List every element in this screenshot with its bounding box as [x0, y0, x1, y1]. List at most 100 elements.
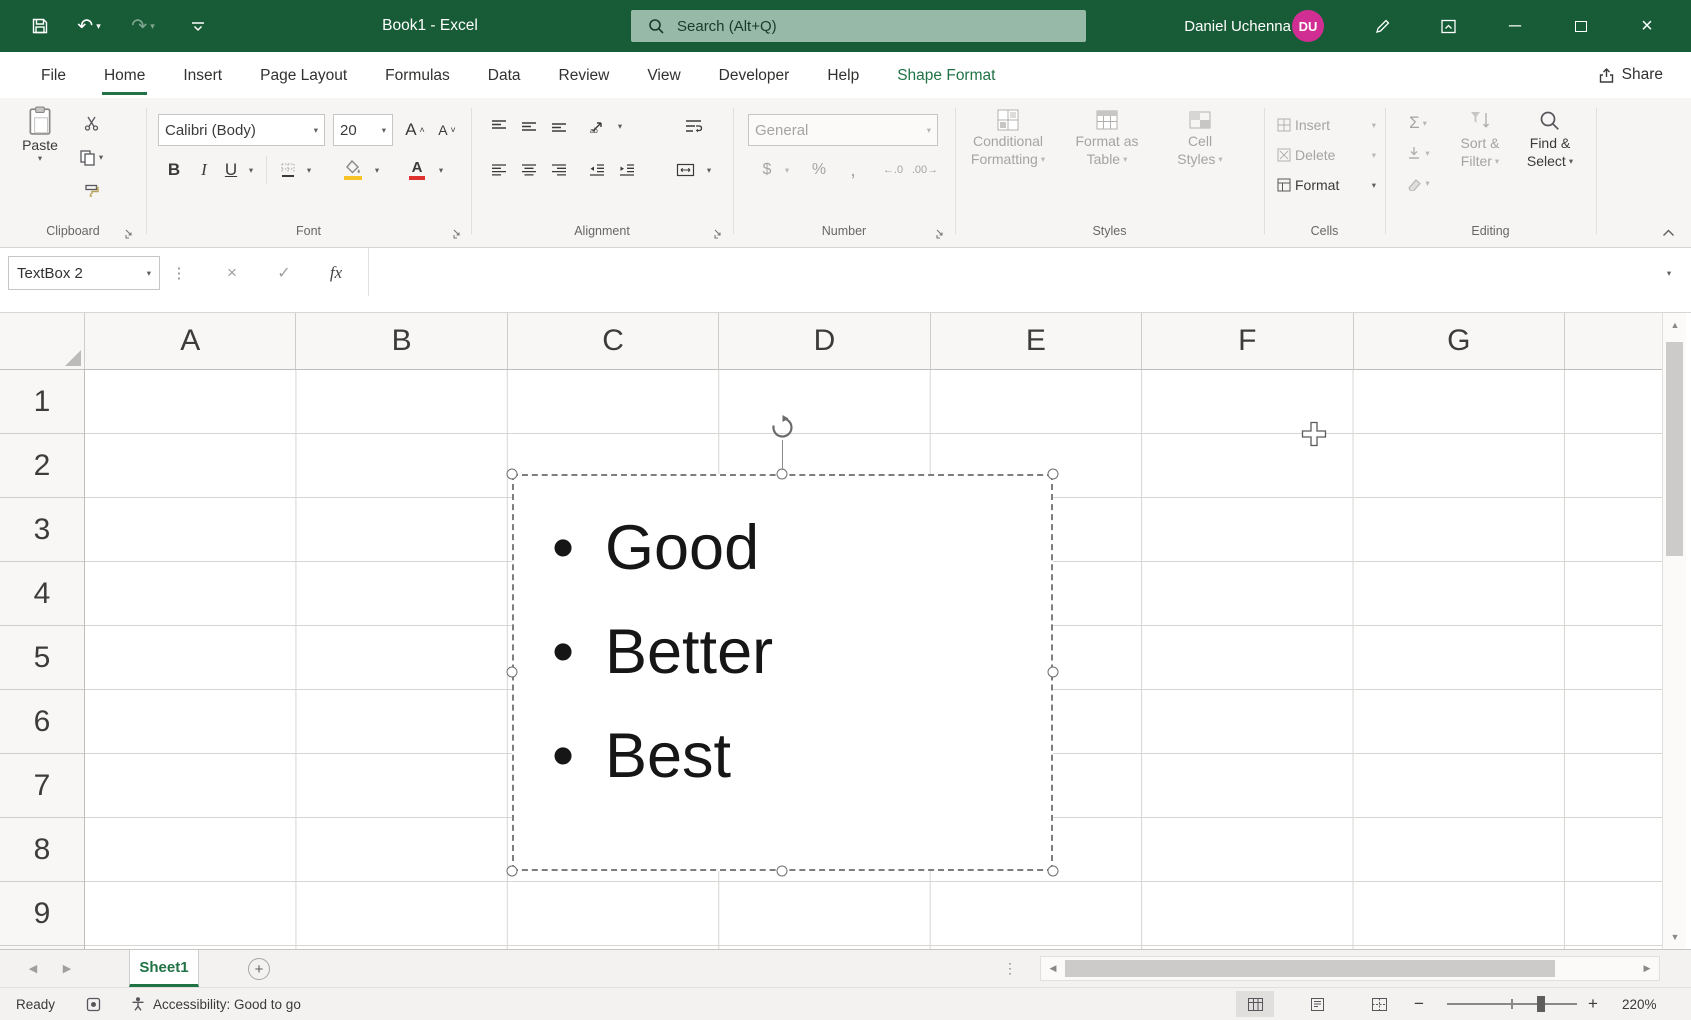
expand-formula-bar-button[interactable]: ▾: [1654, 256, 1684, 290]
shrink-font-button[interactable]: A˅: [432, 114, 462, 146]
paste-button[interactable]: Paste ▾: [14, 106, 66, 163]
tab-page-layout[interactable]: Page Layout: [241, 52, 366, 98]
undo-button[interactable]: ↶ ▾: [66, 0, 112, 52]
page-layout-view-button[interactable]: [1298, 991, 1336, 1017]
share-button[interactable]: Share: [1598, 52, 1663, 98]
zoom-out-button[interactable]: −: [1414, 988, 1424, 1020]
fill-button[interactable]: ▾: [1396, 140, 1440, 166]
italic-button[interactable]: I: [192, 154, 216, 186]
name-box-resize-handle[interactable]: ⋮: [170, 256, 188, 290]
percent-style-button[interactable]: %: [806, 154, 832, 186]
zoom-in-button[interactable]: +: [1588, 988, 1598, 1020]
column-header-b[interactable]: B: [296, 313, 507, 369]
page-break-preview-button[interactable]: [1360, 991, 1398, 1017]
previous-sheet-icon[interactable]: ◀: [22, 950, 44, 987]
comma-style-button[interactable]: ,: [840, 154, 866, 186]
number-dialog-launcher[interactable]: [935, 227, 949, 241]
conditional-formatting-button[interactable]: Conditional Formatting▾: [964, 108, 1052, 168]
row-header-2[interactable]: 2: [0, 434, 84, 498]
resize-handle-top-center[interactable]: [777, 469, 788, 480]
clipboard-dialog-launcher[interactable]: [124, 227, 138, 241]
tab-formulas[interactable]: Formulas: [366, 52, 469, 98]
format-as-table-button[interactable]: Format as Table▾: [1064, 108, 1150, 168]
tab-help[interactable]: Help: [808, 52, 878, 98]
column-header-a[interactable]: A: [85, 313, 296, 369]
decrease-indent-button[interactable]: [583, 154, 611, 186]
column-header-partial[interactable]: [1565, 313, 1662, 369]
cancel-button[interactable]: ×: [214, 256, 250, 290]
grow-font-button[interactable]: A˄: [400, 114, 430, 146]
font-color-menu[interactable]: ▾: [434, 154, 448, 186]
scroll-down-icon[interactable]: ▼: [1663, 925, 1687, 949]
sheet-tab-sheet1[interactable]: Sheet1: [129, 950, 199, 987]
resize-handle-top-right[interactable]: [1048, 469, 1059, 480]
align-center-button[interactable]: [515, 154, 543, 186]
row-header-6[interactable]: 6: [0, 690, 84, 754]
minimize-button[interactable]: ─: [1492, 0, 1538, 52]
autosum-button[interactable]: Σ ▾: [1396, 110, 1440, 136]
align-middle-button[interactable]: [515, 112, 543, 140]
resize-handle-bottom-right[interactable]: [1048, 866, 1059, 877]
row-header-7[interactable]: 7: [0, 754, 84, 818]
tab-developer[interactable]: Developer: [700, 52, 809, 98]
new-sheet-button[interactable]: +: [248, 958, 270, 980]
formula-input[interactable]: [368, 248, 1652, 296]
orientation-menu[interactable]: ▾: [613, 112, 627, 140]
zoom-slider-thumb[interactable]: [1537, 996, 1545, 1012]
row-header-5[interactable]: 5: [0, 626, 84, 690]
align-bottom-button[interactable]: [545, 112, 573, 140]
scroll-right-icon[interactable]: ▶: [1635, 957, 1659, 980]
row-header-1[interactable]: 1: [0, 370, 84, 434]
tab-home[interactable]: Home: [85, 52, 164, 98]
format-painter-button[interactable]: [76, 178, 106, 204]
tab-data[interactable]: Data: [469, 52, 540, 98]
font-dialog-launcher[interactable]: [452, 227, 466, 241]
underline-menu[interactable]: ▾: [244, 154, 258, 186]
find-select-button[interactable]: Find & Select▾: [1518, 108, 1582, 170]
resize-handle-bottom-left[interactable]: [507, 866, 518, 877]
accessibility-status[interactable]: Accessibility: Good to go: [130, 988, 301, 1020]
enter-button[interactable]: ✓: [266, 256, 302, 290]
tab-shape-format[interactable]: Shape Format: [878, 52, 1014, 98]
tab-file[interactable]: File: [22, 52, 85, 98]
cell-styles-button[interactable]: Cell Styles▾: [1162, 108, 1238, 168]
currency-format-menu[interactable]: ▾: [780, 154, 794, 186]
row-header-9[interactable]: 9: [0, 882, 84, 946]
fill-color-button[interactable]: [338, 152, 368, 188]
resize-handle-middle-right[interactable]: [1048, 667, 1059, 678]
maximize-button[interactable]: [1558, 0, 1604, 52]
account-name[interactable]: Daniel Uchenna: [1184, 0, 1291, 52]
horizontal-scrollbar[interactable]: ◀ ▶: [1040, 956, 1660, 981]
vertical-scrollbar[interactable]: ▲ ▼: [1662, 313, 1686, 949]
wrap-text-button[interactable]: [676, 112, 710, 140]
insert-cells-button[interactable]: Insert ▾: [1276, 112, 1376, 138]
row-header-4[interactable]: 4: [0, 562, 84, 626]
redo-button[interactable]: ↷ ▾: [120, 0, 166, 52]
format-cells-button[interactable]: Format ▾: [1276, 172, 1376, 198]
align-left-button[interactable]: [485, 154, 513, 186]
save-button[interactable]: [24, 0, 56, 52]
fill-color-menu[interactable]: ▾: [370, 154, 384, 186]
merge-center-button[interactable]: [668, 154, 702, 186]
orientation-button[interactable]: ab: [583, 112, 613, 140]
currency-format-button[interactable]: $: [754, 154, 780, 186]
quick-access-toolbar-menu[interactable]: [180, 0, 216, 52]
font-size-combo[interactable]: 20 ▾: [333, 114, 393, 146]
resize-handle-bottom-center[interactable]: [777, 866, 788, 877]
resize-handle-top-left[interactable]: [507, 469, 518, 480]
font-color-button[interactable]: A: [402, 152, 432, 188]
scroll-left-icon[interactable]: ◀: [1041, 957, 1065, 980]
zoom-level[interactable]: 220%: [1622, 988, 1657, 1020]
number-format-combo[interactable]: General ▾: [748, 114, 938, 146]
clear-button[interactable]: ▾: [1396, 170, 1440, 196]
row-header-3[interactable]: 3: [0, 498, 84, 562]
column-header-f[interactable]: F: [1142, 313, 1353, 369]
textbox-shape[interactable]: •Good •Better •Best: [512, 474, 1053, 871]
sort-filter-button[interactable]: Sort & Filter▾: [1448, 108, 1512, 170]
row-header-8[interactable]: 8: [0, 818, 84, 882]
rotation-handle[interactable]: [769, 414, 796, 446]
inking-button[interactable]: [1362, 0, 1402, 52]
column-header-g[interactable]: G: [1354, 313, 1565, 369]
select-all-button[interactable]: [0, 313, 85, 369]
column-header-c[interactable]: C: [508, 313, 719, 369]
